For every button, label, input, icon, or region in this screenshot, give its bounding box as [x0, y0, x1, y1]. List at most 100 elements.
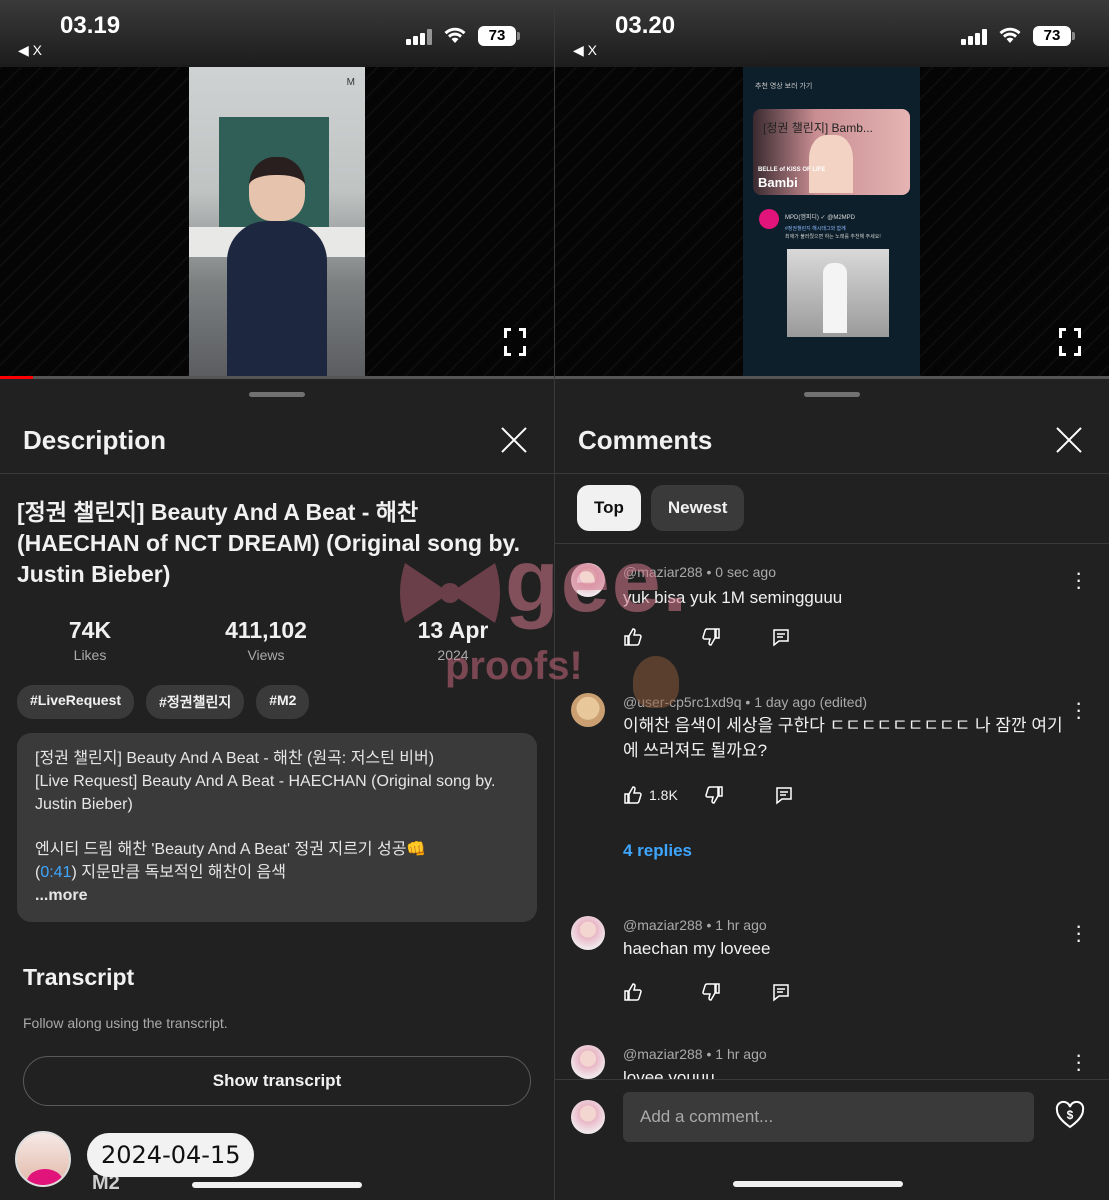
dislike-button[interactable] [701, 627, 721, 647]
divider [0, 473, 554, 474]
close-icon[interactable] [500, 426, 528, 454]
drag-handle[interactable] [249, 392, 305, 397]
commenter-avatar[interactable] [571, 693, 605, 727]
commenter-avatar[interactable] [571, 563, 605, 597]
video-player[interactable]: M [0, 67, 554, 378]
comment-author[interactable]: @maziar288 [623, 564, 703, 580]
sheet-title: Description [23, 425, 167, 455]
fullscreen-icon[interactable] [1058, 327, 1082, 357]
back-to-app-link[interactable]: ◀ X [18, 42, 42, 59]
signal-icon [961, 29, 987, 45]
show-transcript-button[interactable]: Show transcript [23, 1056, 531, 1106]
reply-icon [773, 984, 789, 1002]
comment-text: 이해찬 음색이 세상을 구한다 ㄷㄷㄷㄷㄷㄷㄷㄷㄷ 나 잠깐 여기에 쓰러져도 … [623, 716, 1063, 760]
reply-button[interactable] [774, 785, 794, 805]
channel-avatar[interactable] [15, 1131, 71, 1187]
battery-indicator: 73 [1033, 26, 1075, 46]
thumbs-up-icon [624, 983, 642, 1001]
description-sheet: Description [정권 챌린지] Beauty And A Beat -… [0, 379, 554, 1200]
view-replies-link[interactable]: 4 replies [623, 841, 692, 861]
likes-stat: 74K Likes [68, 617, 112, 663]
sheet-title: Comments [578, 425, 713, 455]
more-vert-icon[interactable]: · · · [1075, 1044, 1082, 1080]
hashtag-chip[interactable]: #M2 [256, 685, 310, 719]
comment-time: 0 sec ago [715, 564, 776, 580]
divider [555, 473, 1109, 474]
more-vert-icon[interactable]: · · · [1075, 915, 1082, 951]
comment-author[interactable]: @user-cp5rc1xd9q [623, 694, 742, 710]
back-to-app-link[interactable]: ◀ X [573, 42, 597, 59]
description-line: [Live Request] Beauty And A Beat - HAECH… [35, 773, 496, 813]
commenter-avatar[interactable] [571, 1045, 605, 1079]
comments-screen: 03.20 ◀ X 73 추천 영상 보러 가기 [정권 챌린지] Bamb..… [555, 0, 1109, 1200]
date-overlay-label: 2024-04-15 [87, 1133, 255, 1177]
video-title: [정권 챌린지] Beauty And A Beat - 해찬 (HAECHAN… [17, 499, 520, 587]
home-indicator [192, 1182, 362, 1188]
m2-logo: M [346, 77, 355, 88]
performer-image [227, 157, 327, 378]
battery-indicator: 73 [478, 26, 520, 46]
comment-author[interactable]: @maziar288 [623, 917, 703, 933]
transcript-heading: Transcript [23, 964, 135, 990]
thumbs-up-icon [624, 628, 642, 646]
super-thanks-icon[interactable]: $ [1055, 1100, 1085, 1135]
description-line: 엔시티 드림 해찬 'Beauty And A Beat' 정권 지르기 성공👊 [35, 841, 427, 858]
comment-item: @maziar288 • 1 hr ago lovee youuu · · · [555, 1043, 1109, 1079]
like-button[interactable] [623, 627, 643, 647]
hashtag-chip[interactable]: #정권챌린지 [146, 685, 245, 719]
close-icon[interactable] [1055, 426, 1083, 454]
post-image [787, 249, 889, 337]
comment-text: haechan my loveee [623, 939, 771, 958]
recommended-thumbnail[interactable]: [정권 챌린지] Bamb... BELLE of KISS OF LIFE B… [753, 109, 910, 195]
more-vert-icon[interactable]: · · · [1075, 562, 1082, 598]
dislike-button[interactable] [701, 982, 721, 1002]
like-button[interactable] [623, 982, 643, 1002]
reply-icon [773, 629, 789, 647]
description-screen: 03.19 ◀ X 73 M Description [정권 챌린지] Beau… [0, 0, 554, 1200]
thumbs-up-icon [624, 786, 642, 804]
fullscreen-icon[interactable] [503, 327, 527, 357]
thumbs-down-icon [705, 786, 723, 804]
transcript-subtitle: Follow along using the transcript. [23, 1015, 228, 1031]
my-avatar [571, 1100, 605, 1134]
views-stat: 411,102 Views [225, 617, 307, 663]
date-stat: 13 Apr 2024 [417, 617, 489, 663]
comment-author[interactable]: @maziar288 [623, 1046, 703, 1062]
description-line: [정권 챌린지] Beauty And A Beat - 해찬 (원곡: 저스틴… [35, 750, 435, 767]
thumbs-down-icon [702, 628, 720, 646]
drag-handle[interactable] [804, 392, 860, 397]
commenter-avatar[interactable] [571, 916, 605, 950]
like-count: 1.8K [649, 787, 678, 803]
status-bar: 03.20 ◀ X 73 [555, 0, 1109, 67]
video-frame: 추천 영상 보러 가기 [정권 챌린지] Bamb... BELLE of KI… [743, 67, 920, 378]
thumbs-down-icon [702, 983, 720, 1001]
chip-top[interactable]: Top [577, 485, 641, 531]
sort-chips: Top Newest [577, 485, 745, 531]
video-frame: M [189, 67, 365, 378]
comment-text: yuk bisa yuk 1M semingguuu [623, 588, 843, 607]
add-comment-input[interactable]: Add a comment... [623, 1092, 1034, 1142]
comment-text: lovee youuu [623, 1068, 715, 1079]
comment-time: 1 day ago (edited) [754, 694, 868, 710]
like-button[interactable]: 1.8K [623, 785, 678, 805]
reply-button[interactable] [771, 982, 791, 1002]
show-more-link[interactable]: ...more [35, 884, 519, 907]
description-text-box[interactable]: [정권 챌린지] Beauty And A Beat - 해찬 (원곡: 저스틴… [17, 733, 537, 922]
chip-newest[interactable]: Newest [650, 485, 745, 531]
dislike-button[interactable] [704, 785, 724, 805]
comment-time: 1 hr ago [715, 917, 767, 933]
svg-text:$: $ [1067, 1108, 1074, 1122]
more-vert-icon[interactable]: · · · [1075, 692, 1082, 728]
status-time: 03.20 [615, 12, 676, 39]
recommend-header: 추천 영상 보러 가기 [755, 83, 813, 90]
post-avatar [759, 209, 779, 229]
hashtag-chip[interactable]: #LiveRequest [17, 685, 135, 719]
home-indicator [733, 1181, 903, 1187]
divider [555, 543, 1109, 544]
video-player[interactable]: 추천 영상 보러 가기 [정권 챌린지] Bamb... BELLE of KI… [555, 67, 1109, 378]
reply-button[interactable] [771, 627, 791, 647]
timestamp-link[interactable]: 0:41 [40, 864, 71, 881]
wifi-icon [999, 26, 1021, 50]
hashtag-row: #LiveRequest #정권챌린지 #M2 [17, 685, 310, 719]
add-comment-bar: Add a comment... $ [555, 1079, 1109, 1200]
